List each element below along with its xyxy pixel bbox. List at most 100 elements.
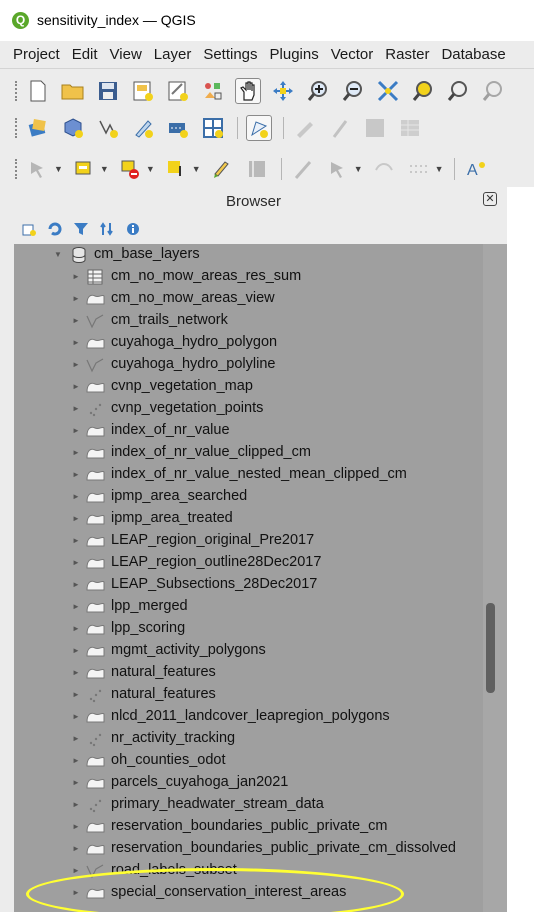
tree-item-row[interactable]: ► index_of_nr_value_nested_mean_clipped_c… [14,464,483,486]
new-virtual-layer-icon[interactable] [165,115,191,141]
map-tips-icon[interactable] [325,156,351,182]
zoom-in-icon[interactable] [305,78,331,104]
data-source-manager-icon[interactable] [25,115,51,141]
chevron-right-icon[interactable]: ► [72,558,80,567]
menu-plugins[interactable]: Plugins [270,46,319,63]
chevron-right-icon[interactable]: ► [72,316,80,325]
chevron-right-icon[interactable]: ► [72,470,80,479]
open-project-icon[interactable] [60,78,86,104]
current-edits-icon[interactable] [292,115,318,141]
chevron-right-icon[interactable]: ► [72,338,80,347]
measure-line-icon[interactable] [290,156,316,182]
menu-view[interactable]: View [110,46,142,63]
attribute-table-icon[interactable] [397,115,423,141]
open-calculator-icon[interactable] [244,156,270,182]
tree-item-row[interactable]: ► natural_features [14,662,483,684]
new-temporary-layer-icon[interactable] [130,115,156,141]
tree-item-row[interactable]: ► reservation_boundaries_public_private_c… [14,838,483,860]
tree-item-row[interactable]: ► parcels_cuyahoga_jan2021 [14,772,483,794]
tree-item-row[interactable]: ► LEAP_region_outline28Dec2017 [14,552,483,574]
show-layout-manager-icon[interactable] [165,78,191,104]
add-selected-layers-icon[interactable] [20,220,38,238]
chevron-right-icon[interactable]: ► [72,448,80,457]
tree-item-row[interactable]: ► index_of_nr_value_clipped_cm [14,442,483,464]
chevron-right-icon[interactable]: ► [72,800,80,809]
refresh-icon[interactable] [46,220,64,238]
tree-item-row[interactable]: ► cm_no_mow_areas_res_sum [14,266,483,288]
bookmark-icon[interactable] [406,156,432,182]
tree-item-row[interactable]: ► index_of_nr_value [14,420,483,442]
new-mesh-layer-icon[interactable] [200,115,226,141]
pan-to-selection-icon[interactable] [270,78,296,104]
tree-item-row[interactable]: ► cvnp_vegetation_map [14,376,483,398]
chevron-down-icon[interactable]: ▼ [100,164,109,174]
chevron-right-icon[interactable]: ► [72,514,80,523]
save-layer-edits-icon[interactable] [362,115,388,141]
chevron-right-icon[interactable]: ► [72,492,80,501]
browser-tree[interactable]: ▼ cm_base_layers ► cm_no_mow_areas_res_su… [14,244,483,912]
annotation-icon[interactable] [371,156,397,182]
new-geopackage-layer-icon[interactable] [60,115,86,141]
toggle-editing-icon[interactable] [327,115,353,141]
map-canvas[interactable] [507,187,534,912]
tree-item-row[interactable]: ► reservation_boundaries_public_private_c… [14,816,483,838]
tree-item-row[interactable]: ► nlcd_2011_landcover_leapregion_polygons [14,706,483,728]
chevron-right-icon[interactable]: ► [72,734,80,743]
chevron-down-icon[interactable]: ▼ [192,164,201,174]
chevron-right-icon[interactable]: ► [72,294,80,303]
tree-item-row[interactable]: ► nr_activity_tracking [14,728,483,750]
menu-project[interactable]: Project [13,46,60,63]
deselect-features-icon[interactable] [117,156,143,182]
chevron-right-icon[interactable]: ► [72,602,80,611]
chevron-right-icon[interactable]: ► [72,690,80,699]
new-print-layout-icon[interactable] [130,78,156,104]
chevron-right-icon[interactable]: ► [72,866,80,875]
menu-edit[interactable]: Edit [72,46,98,63]
filter-icon[interactable] [72,220,90,238]
chevron-down-icon[interactable]: ▼ [54,164,63,174]
chevron-right-icon[interactable]: ► [72,778,80,787]
label-toolbar-icon[interactable]: A [463,156,489,182]
zoom-full-icon[interactable] [375,78,401,104]
toolbar-grip[interactable] [15,159,17,179]
zoom-to-layer-icon[interactable] [445,78,471,104]
tree-item-row[interactable]: ► lpp_scoring [14,618,483,640]
select-features-icon[interactable] [71,156,97,182]
toolbar-grip[interactable] [15,118,17,138]
menu-vector[interactable]: Vector [331,46,374,63]
tree-item-row[interactable]: ► cm_no_mow_areas_view [14,288,483,310]
chevron-right-icon[interactable]: ► [72,822,80,831]
identify-features-icon[interactable] [25,156,51,182]
tree-item-row[interactable]: ► oh_counties_odot [14,750,483,772]
tree-item-row[interactable]: ► ipmp_area_treated [14,508,483,530]
scrollbar-thumb[interactable] [486,603,495,693]
select-by-value-icon[interactable] [163,156,189,182]
tree-item-row[interactable]: ► cvnp_vegetation_points [14,398,483,420]
chevron-right-icon[interactable]: ► [72,646,80,655]
tree-root-row[interactable]: ▼ cm_base_layers [14,244,483,266]
zoom-out-icon[interactable] [340,78,366,104]
tree-item-row[interactable]: ► cuyahoga_hydro_polygon [14,332,483,354]
menu-settings[interactable]: Settings [203,46,257,63]
save-project-icon[interactable] [95,78,121,104]
menu-database[interactable]: Database [441,46,505,63]
tree-item-row[interactable]: ► cm_trails_network [14,310,483,332]
info-icon[interactable] [124,220,142,238]
style-manager-icon[interactable] [200,78,226,104]
chevron-right-icon[interactable]: ► [72,360,80,369]
tree-item-row[interactable]: ► primary_headwater_stream_data [14,794,483,816]
chevron-right-icon[interactable]: ► [72,404,80,413]
chevron-right-icon[interactable]: ► [72,624,80,633]
chevron-right-icon[interactable]: ► [72,580,80,589]
chevron-right-icon[interactable]: ► [72,668,80,677]
digitize-icon[interactable] [246,115,272,141]
pan-map-icon[interactable] [235,78,261,104]
chevron-down-icon[interactable]: ▼ [435,164,444,174]
chevron-right-icon[interactable]: ► [72,756,80,765]
chevron-right-icon[interactable]: ► [72,712,80,721]
tree-item-row[interactable]: ► LEAP_Subsections_28Dec2017 [14,574,483,596]
new-shapefile-layer-icon[interactable] [95,115,121,141]
chevron-right-icon[interactable]: ► [72,536,80,545]
close-icon[interactable]: ✕ [483,192,497,206]
collapse-all-icon[interactable] [98,220,116,238]
